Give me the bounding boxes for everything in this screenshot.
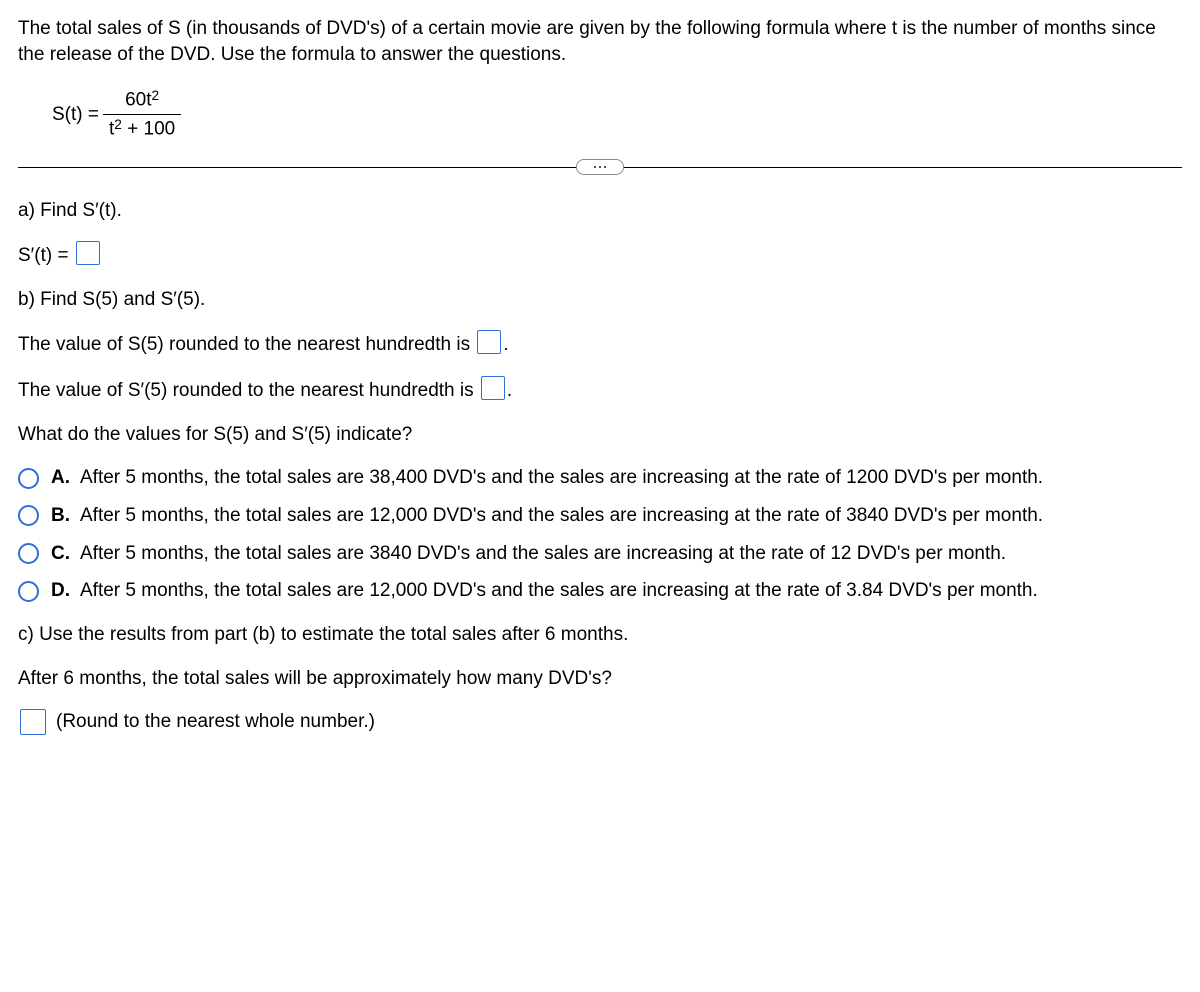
divider bbox=[18, 167, 1182, 168]
radio-a[interactable] bbox=[18, 468, 39, 489]
sprime-lhs: S′(t) = bbox=[18, 245, 69, 266]
letter-a: A. bbox=[51, 465, 70, 491]
expand-button[interactable] bbox=[576, 159, 624, 175]
part-c: c) Use the results from part (b) to esti… bbox=[18, 622, 1182, 735]
round-hint: (Round to the nearest whole number.) bbox=[56, 709, 375, 735]
denominator-rest: + 100 bbox=[122, 119, 175, 140]
numerator-exp: 2 bbox=[152, 88, 160, 103]
numerator-coeff: 60t bbox=[125, 90, 151, 111]
option-b: B. After 5 months, the total sales are 1… bbox=[18, 503, 1182, 529]
part-b-prompt: b) Find S(5) and S′(5). bbox=[18, 287, 1182, 313]
multiple-choice: A. After 5 months, the total sales are 3… bbox=[18, 465, 1182, 604]
option-c: C. After 5 months, the total sales are 3… bbox=[18, 541, 1182, 567]
text-a: After 5 months, the total sales are 38,4… bbox=[80, 465, 1043, 491]
letter-d: D. bbox=[51, 578, 70, 604]
letter-c: C. bbox=[51, 541, 70, 567]
indicate-question: What do the values for S(5) and S′(5) in… bbox=[18, 422, 1182, 448]
s5-text: The value of S(5) rounded to the nearest… bbox=[18, 334, 475, 355]
ellipsis-icon bbox=[594, 166, 606, 168]
letter-b: B. bbox=[51, 503, 70, 529]
denominator-exp: 2 bbox=[114, 117, 122, 132]
radio-b[interactable] bbox=[18, 505, 39, 526]
option-a: A. After 5 months, the total sales are 3… bbox=[18, 465, 1182, 491]
text-b: After 5 months, the total sales are 12,0… bbox=[80, 503, 1043, 529]
part-c-question: After 6 months, the total sales will be … bbox=[18, 666, 1182, 692]
radio-c[interactable] bbox=[18, 543, 39, 564]
sprime5-input[interactable] bbox=[481, 376, 505, 400]
intro-text: The total sales of S (in thousands of DV… bbox=[18, 16, 1182, 67]
text-d: After 5 months, the total sales are 12,0… bbox=[80, 578, 1038, 604]
text-c: After 5 months, the total sales are 3840… bbox=[80, 541, 1006, 567]
option-d: D. After 5 months, the total sales are 1… bbox=[18, 578, 1182, 604]
formula: S(t) = 60t2 t2 + 100 bbox=[52, 87, 1182, 142]
s5-input[interactable] bbox=[477, 330, 501, 354]
formula-fraction: 60t2 t2 + 100 bbox=[103, 87, 181, 142]
part-a-prompt: a) Find S′(t). bbox=[18, 198, 1182, 224]
part-b: b) Find S(5) and S′(5). The value of S(5… bbox=[18, 287, 1182, 604]
formula-lhs: S(t) = bbox=[52, 102, 99, 128]
sprime-input[interactable] bbox=[76, 241, 100, 265]
six-month-input[interactable] bbox=[20, 709, 46, 735]
radio-d[interactable] bbox=[18, 581, 39, 602]
s5-period: . bbox=[503, 334, 508, 355]
sprime5-text: The value of S′(5) rounded to the neares… bbox=[18, 380, 479, 401]
part-c-prompt: c) Use the results from part (b) to esti… bbox=[18, 622, 1182, 648]
sprime5-period: . bbox=[507, 380, 512, 401]
part-a: a) Find S′(t). S′(t) = bbox=[18, 198, 1182, 269]
